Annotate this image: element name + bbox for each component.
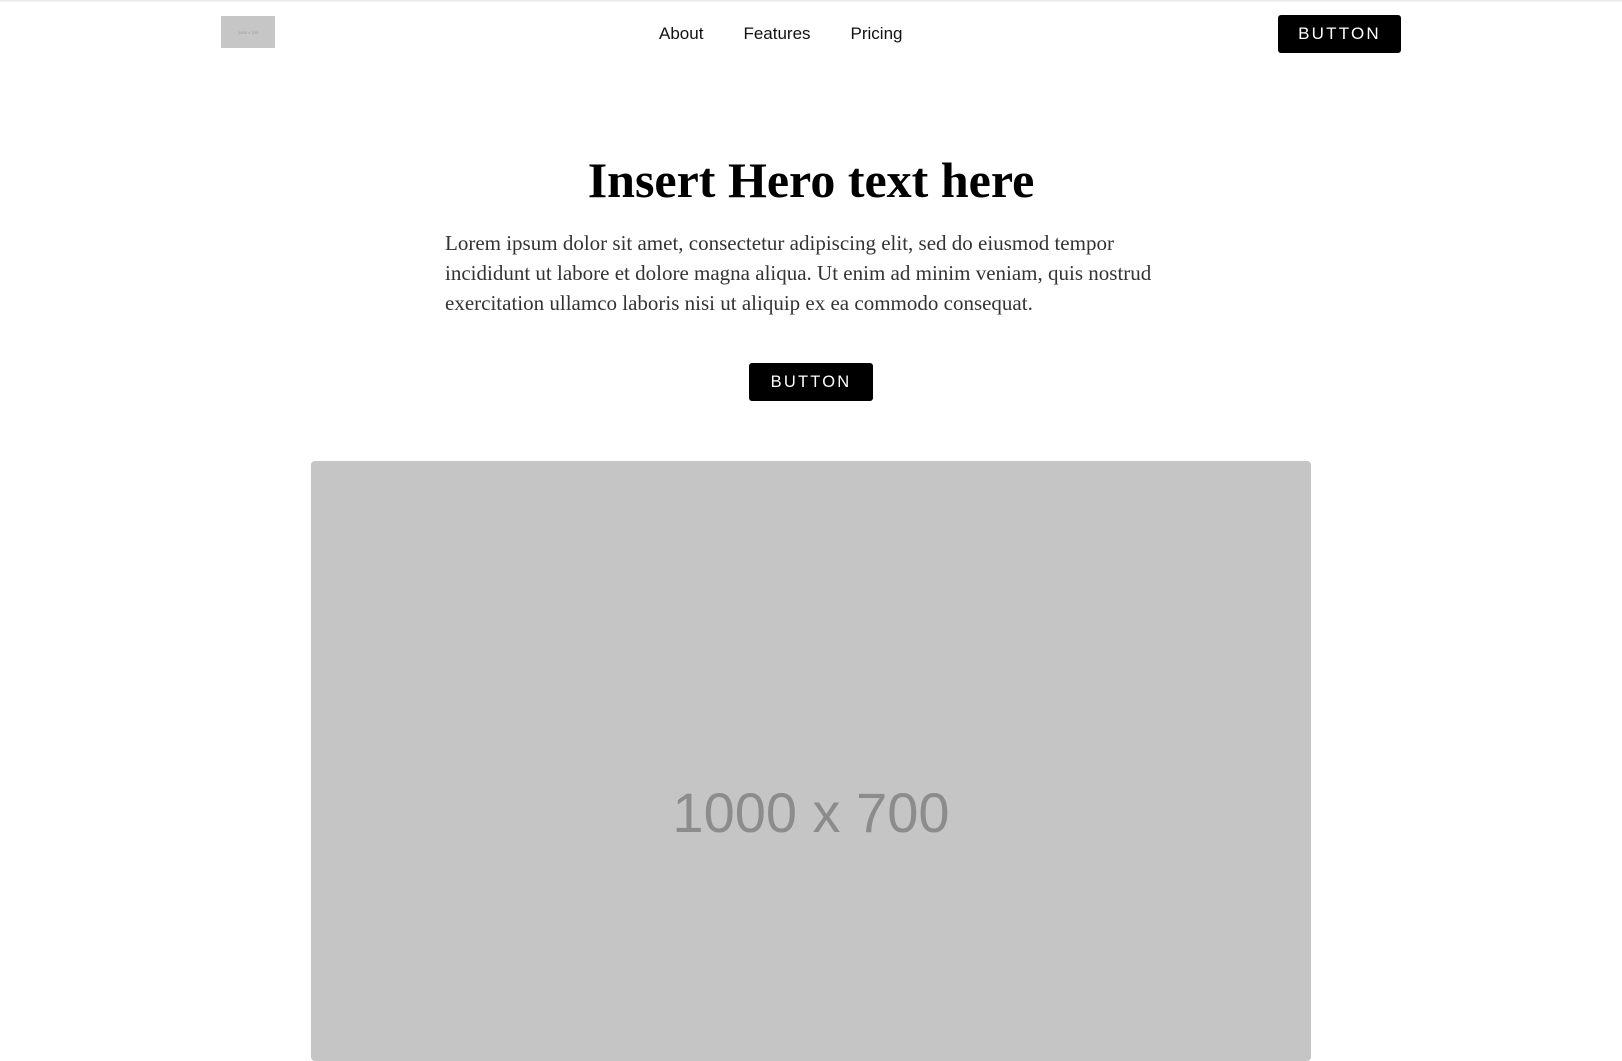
navbar: 1000 x 700 About Features Pricing BUTTON	[0, 0, 1622, 70]
hero-image-label: 1000 x 700	[672, 781, 950, 844]
hero-description: Lorem ipsum dolor sit amet, consectetur …	[445, 231, 1152, 315]
nav-link-pricing[interactable]: Pricing	[851, 21, 903, 47]
nav-cta-button[interactable]: BUTTON	[1278, 15, 1401, 53]
logo-placeholder-label: 1000 x 700	[238, 29, 258, 35]
logo-placeholder[interactable]: 1000 x 700	[221, 16, 275, 48]
hero-cta-button[interactable]: BUTTON	[749, 363, 873, 401]
nav-link-about[interactable]: About	[659, 21, 703, 47]
hero-image-placeholder: 1000 x 700	[311, 461, 1311, 1061]
nav-links: About Features Pricing	[659, 21, 903, 47]
hero-title: Insert Hero text here	[587, 152, 1035, 208]
nav-link-features[interactable]: Features	[743, 21, 810, 47]
